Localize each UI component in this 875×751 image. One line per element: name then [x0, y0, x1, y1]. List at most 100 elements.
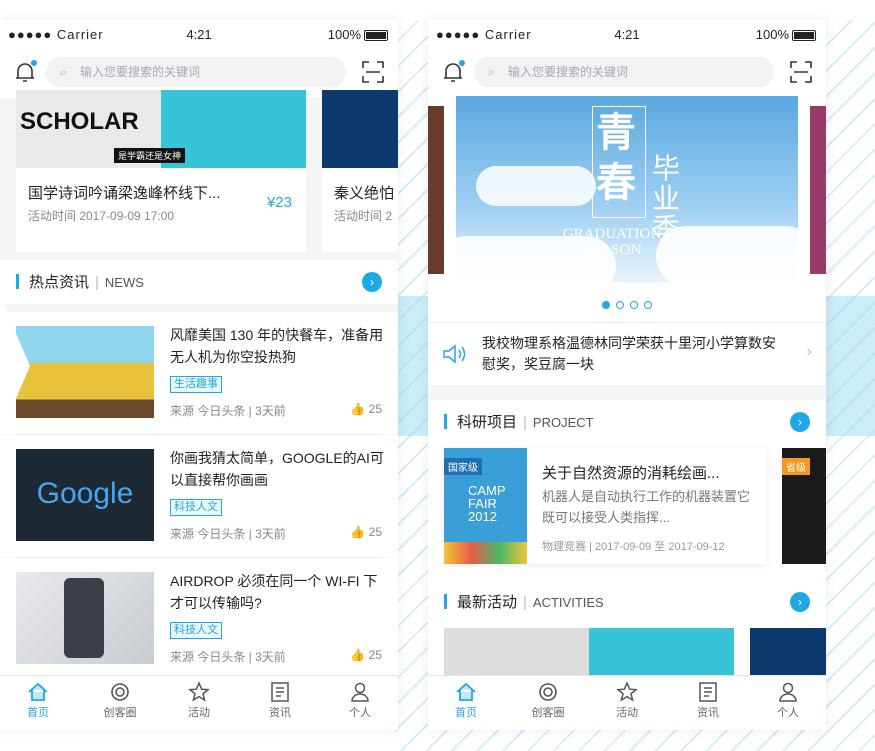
project-level-badge: 国家级	[444, 458, 482, 475]
news-item[interactable]: AIRDROP 必须在同一个 WI-FI 下才可以传输吗? 科技人文 来源 今日…	[0, 558, 398, 680]
tab-maker[interactable]: 创客圈	[518, 682, 578, 720]
tab-home[interactable]: 首页	[436, 682, 496, 720]
news-item[interactable]: Google 你画我猜太简单，GOOGLE的AI可以直接帮你画画 科技人文 来源…	[0, 435, 398, 557]
event-time: 活动时间 2017-09-09 17:00	[28, 209, 175, 223]
tab-home[interactable]: 首页	[8, 682, 68, 720]
circle-icon	[111, 683, 129, 701]
project-card[interactable]: 国家级 CAMP FAIR 2012 关于自然资源的消耗绘画... 机器人是自动执行…	[444, 448, 766, 564]
tab-label: 首页	[27, 707, 49, 719]
news-title: 你画我猜太简单，GOOGLE的AI可以直接帮你画画	[170, 450, 384, 488]
search-input[interactable]: ⌕ 输入您要搜索的关键词	[46, 57, 346, 87]
project-card-peek[interactable]: 省级	[782, 448, 826, 564]
carousel-dots[interactable]	[428, 296, 826, 314]
tab-profile[interactable]: 个人	[758, 682, 818, 720]
top-bar: ⌕ 输入您要搜索的关键词	[428, 50, 826, 98]
news-title: AIRDROP 必须在同一个 WI-FI 下才可以传输吗?	[170, 573, 378, 611]
tab-label: 个人	[349, 707, 371, 719]
tab-activities[interactable]: 活动	[597, 682, 657, 720]
battery: 100%	[756, 27, 816, 42]
project-image-line: 2012	[468, 509, 497, 524]
event-card[interactable]: SCHOLAR 是学霸还是女神 国学诗词吟诵梁逸峰杯线下... 活动时间 201…	[16, 90, 306, 252]
project-image-text: CAMP FAIR 2012	[468, 484, 506, 523]
section-accent	[16, 274, 19, 289]
project-image: 国家级 CAMP FAIR 2012	[444, 448, 527, 564]
tab-activities[interactable]: 活动	[169, 682, 229, 720]
tab-label: 创客圈	[103, 707, 137, 719]
speaker-icon	[442, 343, 468, 370]
phone-screen-home-campus: ●●●●● Carrier 4:21 100% ⌕ 输入您要搜索的关键词 青春 …	[428, 20, 826, 730]
activity-image[interactable]	[750, 628, 826, 678]
news-likes-count: 25	[368, 648, 382, 662]
section-title-en: ACTIVITIES	[532, 595, 604, 610]
chevron-right-icon[interactable]: ›	[790, 592, 810, 612]
thumbs-up-icon: 👍	[350, 648, 366, 662]
chevron-right-icon: ›	[806, 343, 812, 360]
scan-icon[interactable]	[362, 61, 384, 83]
news-tag: 科技人文	[170, 499, 222, 516]
search-input[interactable]: ⌕ 输入您要搜索的关键词	[474, 57, 774, 87]
carousel-dot[interactable]	[602, 301, 610, 309]
section-title-research: 科研项目 | PROJECT	[444, 411, 594, 433]
carousel-prev-peek	[428, 106, 444, 274]
scan-icon[interactable]	[790, 61, 812, 83]
thumbs-up-icon: 👍	[350, 525, 366, 539]
notification-dot	[31, 60, 37, 66]
banner-image[interactable]: 青春 毕业季 GRADUATION SEASON	[456, 96, 798, 282]
news-likes: 👍 25	[350, 648, 382, 662]
notice-bar[interactable]: 我校物理系格温德林同学荣获十里河小学算数安慰奖，奖豆腐一块 ›	[428, 322, 826, 385]
search-placeholder: 输入您要搜索的关键词	[508, 65, 629, 79]
news-item[interactable]: 风靡美国 130 年的快餐车，准备用无人机为你空投热狗 生活趣事 来源 今日头条…	[0, 312, 398, 434]
event-title: 国学诗词吟诵梁逸峰杯线下...	[28, 185, 221, 202]
notification-dot	[459, 60, 465, 66]
banner-english-line: GRADUATION	[562, 226, 662, 242]
news-title: 风靡美国 130 年的快餐车，准备用无人机为你空投热狗	[170, 327, 384, 365]
tab-label: 资讯	[697, 707, 719, 719]
banner-english-line: SEASON	[582, 242, 642, 258]
battery: 100%	[328, 27, 388, 42]
event-price: ¥23	[266, 194, 292, 211]
search-icon: ⌕	[488, 65, 495, 79]
battery-icon	[364, 30, 388, 42]
news-thumbnail	[16, 326, 154, 418]
decorative-arrow	[0, 296, 30, 436]
project-meta: 物理竞赛 | 2017-09-09 至 2017-09-12	[542, 541, 725, 553]
news-tag: 生活趣事	[170, 376, 222, 393]
star-icon	[616, 682, 638, 702]
news-meta: 来源 今日头条 | 3天前	[170, 527, 286, 541]
notice-text: 我校物理系格温德林同学荣获十里河小学算数安慰奖，奖豆腐一块	[482, 335, 776, 372]
tab-news[interactable]: 资讯	[250, 682, 310, 720]
bell-icon[interactable]	[14, 60, 37, 84]
section-title-cn: 热点资讯	[29, 274, 90, 291]
carousel-next-peek	[810, 106, 826, 274]
tab-label: 活动	[188, 707, 210, 719]
news-likes-count: 25	[368, 402, 382, 416]
tab-label: 资讯	[269, 707, 291, 719]
chevron-right-icon[interactable]: ›	[362, 272, 382, 292]
cloud	[476, 166, 596, 206]
project-image-decoration	[444, 542, 527, 564]
section-title-en: NEWS	[104, 275, 144, 290]
carousel-dot[interactable]	[616, 301, 624, 309]
news-thumbnail: Google	[16, 449, 154, 541]
banner-title-line: 春	[596, 161, 636, 205]
phone-screen-home-news: ●●●●● Carrier 4:21 100% ⌕ 输入您要搜索的关键词 SCH…	[0, 20, 398, 730]
tab-bar: 首页 创客圈 活动 资讯 个人	[0, 675, 398, 730]
tab-news[interactable]: 资讯	[678, 682, 738, 720]
carousel-dot[interactable]	[630, 301, 638, 309]
search-placeholder: 输入您要搜索的关键词	[80, 65, 201, 79]
event-card[interactable]: 秦义绝怕 活动时间 2	[322, 90, 398, 252]
news-icon	[699, 682, 717, 702]
activity-image[interactable]	[444, 628, 734, 678]
news-tag: 科技人文	[170, 622, 222, 639]
tab-profile[interactable]: 个人	[330, 682, 390, 720]
chevron-right-icon[interactable]: ›	[790, 412, 810, 432]
bell-icon[interactable]	[442, 60, 465, 84]
status-bar: ●●●●● Carrier 4:21 100%	[428, 20, 826, 50]
tab-label: 活动	[616, 707, 638, 719]
home-icon	[28, 682, 48, 701]
event-image-text: SCHOLAR	[20, 108, 139, 135]
tab-maker[interactable]: 创客圈	[90, 682, 150, 720]
carousel-dot[interactable]	[644, 301, 652, 309]
section-accent	[444, 414, 447, 429]
news-meta: 来源 今日头条 | 3天前	[170, 650, 286, 664]
